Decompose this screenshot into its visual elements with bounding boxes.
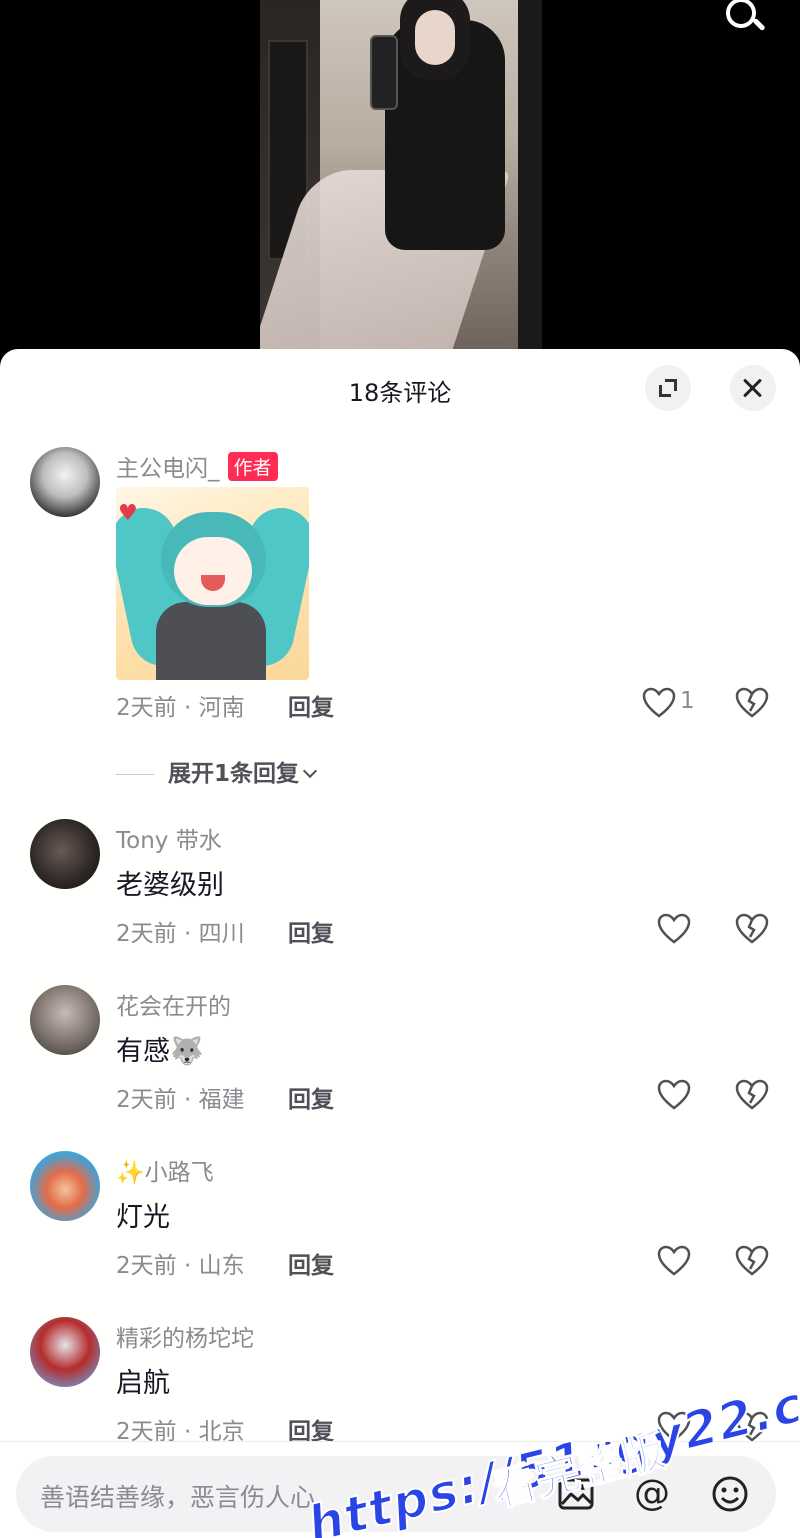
comment-meta: 2天前 · 山东: [116, 1253, 245, 1279]
emoji-icon[interactable]: [710, 1474, 750, 1514]
author-badge: 作者: [227, 452, 278, 481]
like-icon[interactable]: [657, 1079, 691, 1111]
like-icon[interactable]: [657, 1245, 691, 1277]
video-player[interactable]: [0, 0, 800, 360]
comment-meta: 2天前 · 福建: [116, 1087, 245, 1113]
comment-username[interactable]: Tony 带水: [116, 821, 222, 855]
avatar[interactable]: [30, 985, 100, 1055]
dislike-icon[interactable]: [735, 1079, 769, 1111]
chevron-down-icon: [302, 763, 318, 779]
close-button[interactable]: [730, 365, 776, 411]
image-icon[interactable]: [556, 1474, 596, 1514]
reply-button[interactable]: 回复: [288, 914, 334, 948]
dislike-icon[interactable]: [735, 1245, 769, 1277]
dislike-icon[interactable]: [735, 1411, 769, 1443]
sticker-image[interactable]: ♥: [116, 487, 309, 680]
video-frame: [260, 0, 542, 360]
avatar[interactable]: [30, 819, 100, 889]
comments-sheet: 18条评论 主公电闪_ 作者 ♥ 2天前 · 河南 回复 1 展开1条回复 Ton…: [0, 349, 800, 1538]
comment-text: 启航: [116, 1368, 170, 1399]
comment-meta: 2天前 · 四川: [116, 921, 245, 947]
comment-text: 灯光: [116, 1202, 170, 1233]
comment-username[interactable]: ✨小路飞: [116, 1153, 214, 1187]
comment-input-placeholder: 善语结善缘，恶言伤人心: [40, 1483, 316, 1512]
expand-icon: [657, 377, 679, 399]
comment-input[interactable]: 善语结善缘，恶言伤人心 @: [16, 1456, 776, 1532]
expand-replies-button[interactable]: 展开1条回复: [116, 754, 318, 788]
comment-meta: 2天前 · 河南: [116, 695, 245, 721]
comment-text: 老婆级别: [116, 870, 224, 901]
avatar[interactable]: [30, 447, 100, 517]
like-icon[interactable]: [657, 913, 691, 945]
heart-icon: ♥: [118, 501, 138, 526]
close-icon: [741, 376, 765, 400]
comment-username[interactable]: 主公电闪_ 作者: [116, 449, 278, 483]
reply-button[interactable]: 回复: [288, 1080, 334, 1114]
mention-icon[interactable]: @: [632, 1474, 672, 1514]
dislike-icon[interactable]: [735, 913, 769, 945]
comment-input-bar: 善语结善缘，恶言伤人心 @: [0, 1441, 800, 1538]
avatar[interactable]: [30, 1317, 100, 1387]
comment-username[interactable]: 花会在开的: [116, 987, 231, 1021]
like-icon[interactable]: [642, 687, 676, 719]
dislike-icon[interactable]: [735, 687, 769, 719]
expand-button[interactable]: [645, 365, 691, 411]
comment-username[interactable]: 精彩的杨坨坨: [116, 1319, 254, 1353]
search-icon[interactable]: [722, 0, 770, 40]
like-icon[interactable]: [657, 1411, 691, 1443]
comment-text: 有感🐺: [116, 1036, 204, 1067]
avatar[interactable]: [30, 1151, 100, 1221]
reply-button[interactable]: 回复: [288, 688, 334, 722]
reply-button[interactable]: 回复: [288, 1246, 334, 1280]
like-count: 1: [680, 688, 695, 714]
